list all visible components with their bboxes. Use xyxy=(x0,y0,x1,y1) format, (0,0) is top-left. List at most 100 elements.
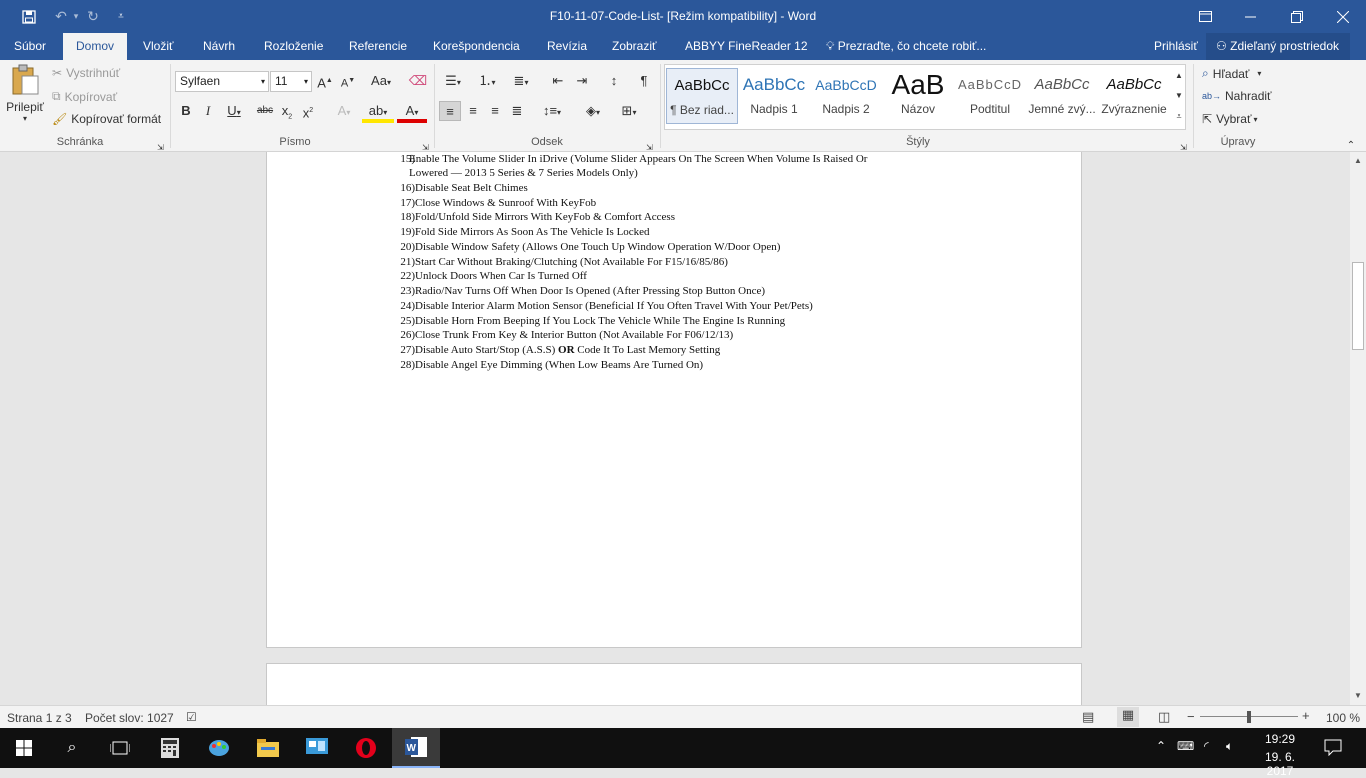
page-2[interactable] xyxy=(266,663,1082,705)
superscript-icon[interactable]: x2 xyxy=(300,101,316,121)
style-subtitle[interactable]: AaBbCcD Podtitul xyxy=(954,68,1026,124)
file-explorer-icon[interactable] xyxy=(244,728,292,768)
tab-layout[interactable]: Rozloženie xyxy=(264,33,323,60)
notifications-icon[interactable] xyxy=(1324,738,1342,759)
tab-file[interactable]: Súbor xyxy=(14,33,46,60)
style-subtle-emphasis[interactable]: AaBbCc Jemné zvý... xyxy=(1026,68,1098,124)
format-painter-button[interactable]: 🖌︎ Kopírovať formát xyxy=(52,112,161,126)
chevron-up-icon[interactable]: ⌃ xyxy=(1156,739,1166,753)
paint-icon[interactable] xyxy=(195,728,243,768)
replace-button[interactable]: ab→ Nahradiť xyxy=(1202,89,1272,103)
tab-insert[interactable]: Vložiť xyxy=(143,33,174,60)
clear-formatting-icon[interactable]: ⌫ xyxy=(408,71,428,91)
scroll-thumb[interactable] xyxy=(1352,262,1364,350)
list-text: Radio/Nav Turns Off When Door Is Opened … xyxy=(415,285,766,297)
sort-icon[interactable]: ↕ xyxy=(604,71,624,91)
scroll-up-icon[interactable]: ▲ xyxy=(1352,156,1364,166)
numbering-icon[interactable]: ⒈▾ xyxy=(474,71,500,91)
zoom-in-icon[interactable]: + xyxy=(1302,708,1310,723)
scroll-down-icon[interactable]: ▼ xyxy=(1352,691,1364,701)
page-indicator[interactable]: Strana 1 z 3 xyxy=(7,711,72,725)
opera-icon[interactable] xyxy=(342,728,390,768)
tab-references[interactable]: Referencie xyxy=(349,33,407,60)
find-button[interactable]: ⌕ Hľadať ▾ xyxy=(1202,66,1261,81)
tab-abbyy[interactable]: ABBYY FineReader 12 xyxy=(685,33,808,60)
zoom-level[interactable]: 100 % xyxy=(1326,711,1360,725)
style-heading-2[interactable]: AaBbCcD Nadpis 2 xyxy=(810,68,882,124)
read-mode-icon[interactable]: ▤ xyxy=(1082,709,1094,725)
multilevel-list-icon[interactable]: ≣▾ xyxy=(508,71,534,91)
calculator-icon[interactable] xyxy=(146,728,194,768)
vertical-scrollbar[interactable]: ▲ ▼ xyxy=(1350,152,1366,705)
shrink-font-icon[interactable]: A▼ xyxy=(339,71,357,91)
bullets-icon[interactable]: ☰▾ xyxy=(440,71,466,91)
decrease-indent-icon[interactable]: ⇤ xyxy=(548,71,568,91)
styles-scroll-up-icon[interactable]: ▲ xyxy=(1172,66,1186,86)
font-size-select[interactable]: 11 ▾ xyxy=(270,71,312,92)
zoom-slider-handle[interactable] xyxy=(1247,711,1251,723)
increase-indent-icon[interactable]: ⇥ xyxy=(572,71,592,91)
style-title[interactable]: AaB Názov xyxy=(882,68,954,124)
style-heading-1[interactable]: AaBbCc Nadpis 1 xyxy=(738,68,810,124)
close-icon[interactable] xyxy=(1328,0,1358,33)
minimize-icon[interactable] xyxy=(1235,0,1265,33)
select-button[interactable]: ⇱ Vybrať ▾ xyxy=(1202,112,1257,126)
paste-label: Prilepiť xyxy=(6,100,44,114)
word-count[interactable]: Počet slov: 1027 xyxy=(85,711,174,725)
strikethrough-icon[interactable]: abc xyxy=(255,101,275,121)
tab-view[interactable]: Zobraziť xyxy=(612,33,657,60)
highlight-icon[interactable]: ab▾ xyxy=(362,101,394,123)
font-color-icon[interactable]: A▾ xyxy=(397,101,427,123)
clock-date[interactable]: 19. 6. 2017 xyxy=(1250,750,1310,778)
justify-icon[interactable]: ≣ xyxy=(507,101,527,121)
status-bar: Strana 1 z 3 Počet slov: 1027 ☑ ▤ ▦ ◫ − … xyxy=(0,705,1366,728)
tab-home[interactable]: Domov xyxy=(63,33,128,60)
paste-button[interactable]: Prilepiť ▾ xyxy=(5,64,45,130)
grow-font-icon[interactable]: A▲ xyxy=(316,71,334,91)
underline-icon[interactable]: U▾ xyxy=(222,101,246,121)
font-name-select[interactable]: Sylfaen ▾ xyxy=(175,71,269,92)
wifi-icon[interactable]: ◜ xyxy=(1204,739,1209,753)
search-icon[interactable]: ⌕ xyxy=(48,728,96,768)
share-button[interactable]: ⚇ Zdieľaný prostriedok xyxy=(1206,33,1350,60)
pilcrow-icon[interactable]: ¶ xyxy=(634,71,654,91)
web-layout-icon[interactable]: ◫ xyxy=(1158,709,1170,725)
clock-time[interactable]: 19:29 xyxy=(1250,732,1310,746)
tell-me-box[interactable]: 💡︎ Prezraďte, čo chcete robiť... xyxy=(826,33,986,60)
tab-design[interactable]: Návrh xyxy=(203,33,235,60)
line-spacing-icon[interactable]: ↕≡▾ xyxy=(538,101,566,121)
volume-icon[interactable]: 🔈︎ xyxy=(1226,739,1233,754)
styles-scroll-down-icon[interactable]: ▼ xyxy=(1172,86,1186,106)
shading-icon[interactable]: ◈▾ xyxy=(578,101,608,121)
print-layout-icon[interactable]: ▦ xyxy=(1117,707,1139,727)
style-normal[interactable]: AaBbCc ¶ Bez riad... xyxy=(666,68,738,124)
tab-mailings[interactable]: Korešpondencia xyxy=(433,33,520,60)
borders-icon[interactable]: ⊞▾ xyxy=(614,101,644,121)
task-view-icon[interactable] xyxy=(96,728,144,768)
restore-icon[interactable] xyxy=(1282,0,1312,33)
copy-button[interactable]: ⧉ Kopírovať xyxy=(52,89,117,104)
styles-more-icon[interactable]: ⩡ xyxy=(1172,106,1186,126)
text-effects-icon[interactable]: A▾ xyxy=(332,101,356,121)
cut-button[interactable]: ✂ Vystrihnúť xyxy=(52,66,120,80)
change-case-icon[interactable]: Aa▾ xyxy=(366,71,396,91)
list-number: 20) xyxy=(400,241,415,253)
style-emphasis[interactable]: AaBbCc Zvýraznenie xyxy=(1098,68,1170,124)
align-right-icon[interactable]: ≡ xyxy=(485,101,505,121)
bold-icon[interactable]: B xyxy=(178,101,194,121)
tab-review[interactable]: Revízia xyxy=(547,33,587,60)
ribbon-display-icon[interactable] xyxy=(1190,0,1220,33)
start-icon[interactable] xyxy=(0,728,48,768)
word-taskbar-icon[interactable]: W xyxy=(392,728,440,768)
italic-icon[interactable]: I xyxy=(200,101,216,121)
keyboard-icon[interactable]: ⌨ xyxy=(1177,739,1194,753)
control-panel-icon[interactable] xyxy=(293,728,341,768)
window-title: F10-11-07-Code-List- [Režim kompatibilit… xyxy=(549,9,817,23)
sign-in-link[interactable]: Prihlásiť xyxy=(1154,33,1198,60)
align-center-icon[interactable]: ≡ xyxy=(463,101,483,121)
proofing-icon[interactable]: ☑ xyxy=(186,710,197,724)
subscript-icon[interactable]: x2 xyxy=(279,101,295,121)
zoom-out-icon[interactable]: − xyxy=(1187,709,1195,724)
align-left-icon[interactable]: ≡ xyxy=(439,101,461,121)
page-1[interactable]: 15) Enable The Volume Slider In iDrive (… xyxy=(266,152,1082,648)
